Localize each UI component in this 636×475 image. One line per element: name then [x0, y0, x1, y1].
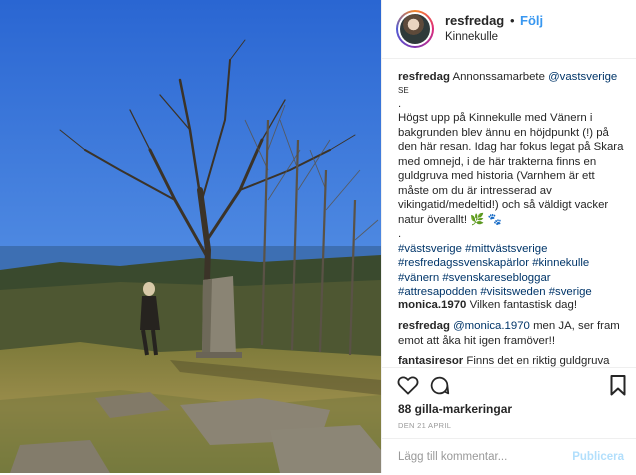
caption-mention[interactable]: @vastsverige	[548, 71, 617, 83]
avatar-image	[400, 14, 430, 44]
caption-lang: SE	[398, 85, 409, 95]
comment-item: resfredag @monica.1970 men JA, ser fram …	[398, 319, 624, 348]
post-actions: 88 gilla-markeringar DEN 21 APRIL Lägg t…	[382, 367, 636, 474]
caption-username[interactable]: resfredag	[398, 71, 450, 83]
avatar-frame	[398, 12, 432, 46]
caption-hashtags[interactable]: #västsverige #mittvästsverige #resfredag…	[398, 242, 624, 300]
post-side-panel: resfredag • Följ Kinnekulle resfredag An…	[381, 0, 636, 473]
comment-icon[interactable]	[429, 375, 450, 401]
caption-dot-2: .	[398, 228, 402, 240]
instagram-post: resfredag • Följ Kinnekulle resfredag An…	[0, 0, 636, 473]
comment-text: Vilken fantastisk dag!	[469, 299, 577, 311]
caption-dot: .	[398, 97, 402, 110]
comment-item: monica.1970 Vilken fantastisk dag!	[398, 298, 624, 313]
publish-button[interactable]: Publicera	[572, 451, 624, 463]
comment-username[interactable]: fantasiresor	[398, 355, 463, 367]
post-photo[interactable]	[0, 0, 381, 473]
comment-text: Finns det en riktig guldgruva	[466, 355, 610, 367]
avatar[interactable]	[396, 10, 434, 48]
heart-icon[interactable]	[397, 375, 419, 400]
post-author-username[interactable]: resfredag	[445, 13, 504, 28]
caption-text: Högst upp på Kinnekulle med Vänern i bak…	[398, 112, 624, 226]
comment-username[interactable]: monica.1970	[398, 299, 466, 311]
post-caption: resfredag Annonssamarbete @vastsverige S…	[398, 70, 624, 300]
comment-item: fantasiresor Finns det en riktig guldgru…	[398, 354, 624, 367]
post-date[interactable]: DEN 21 APRIL	[398, 421, 451, 430]
location-link[interactable]: Kinnekulle	[445, 31, 498, 43]
bookmark-icon[interactable]	[610, 375, 626, 401]
likes-count[interactable]: 88 gilla-markeringar	[398, 402, 512, 416]
comment-input[interactable]: Lägg till kommentar...	[398, 451, 507, 463]
landscape-image	[0, 0, 381, 473]
post-header: resfredag • Följ Kinnekulle	[382, 0, 636, 59]
header-separator: •	[510, 13, 515, 28]
add-comment-bar: Lägg till kommentar... Publicera	[382, 438, 636, 475]
follow-button[interactable]: Följ	[520, 13, 543, 28]
comment-username[interactable]: resfredag	[398, 320, 450, 332]
partnership-label: Annonssamarbete	[452, 71, 545, 83]
comment-mention[interactable]: @monica.1970	[453, 320, 530, 332]
comments-section[interactable]: resfredag Annonssamarbete @vastsverige S…	[382, 60, 636, 367]
